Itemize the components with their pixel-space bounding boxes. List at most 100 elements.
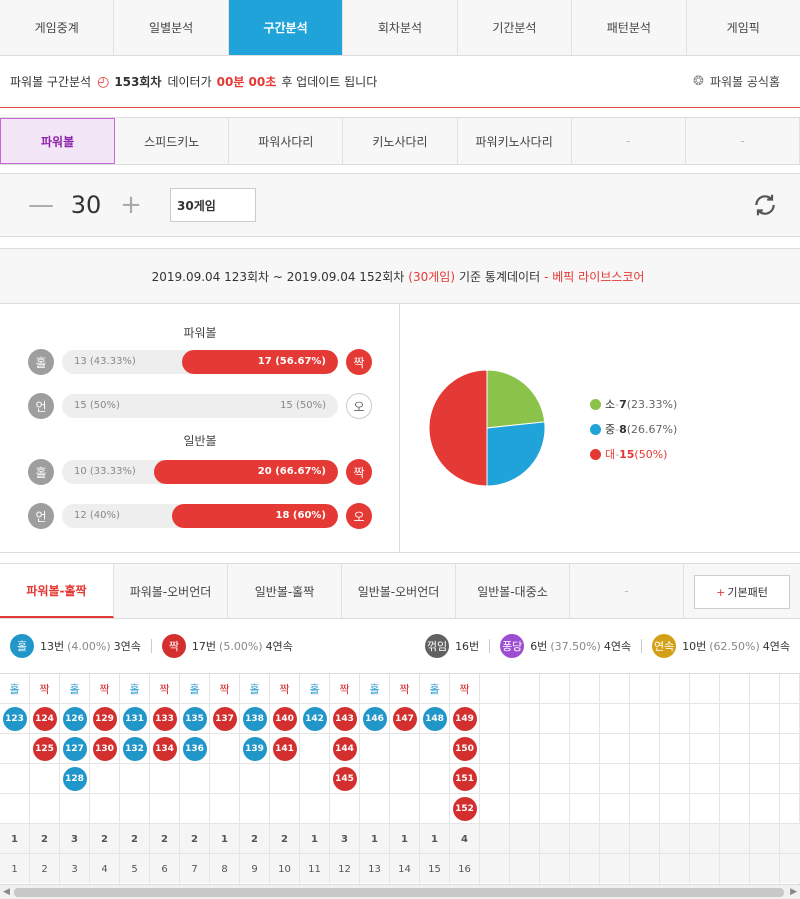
nav-tab-3[interactable]: 회차분석 [343, 0, 458, 55]
nav-tab-1[interactable]: 일별분석 [114, 0, 229, 55]
normalball-bar: 10 (33.33%) 20 (66.67%) [62, 460, 338, 484]
game-tab-5[interactable]: - [572, 118, 686, 164]
scroll-thumb[interactable] [14, 888, 784, 897]
pattern-tab-5[interactable]: - [570, 564, 684, 618]
normalball-row-0: 홀 10 (33.33%) 20 (66.67%) 짝 [28, 459, 372, 485]
pattern-cell: 142 [300, 704, 329, 734]
nav-tab-2[interactable]: 구간분석 [228, 0, 344, 55]
horizontal-scrollbar[interactable]: ◀ ▶ [0, 884, 800, 899]
column-count [570, 824, 600, 854]
pattern-cell: 123 [0, 704, 29, 734]
nav-tab-0[interactable]: 게임중계 [0, 0, 115, 55]
normalball-right-ball: 짝 [346, 459, 372, 485]
column-count [720, 824, 750, 854]
pattern-tab-2[interactable]: 일반볼-홀짝 [228, 564, 342, 618]
basic-pattern-button[interactable]: + 기본패턴 [694, 575, 790, 609]
pattern-cell [480, 794, 509, 824]
powerball-right-ball: 짝 [346, 349, 372, 375]
pattern-cell [390, 734, 419, 764]
pattern-cell: 139 [240, 734, 269, 764]
legend-dot-0 [590, 398, 601, 410]
game-tab-6[interactable]: - [686, 118, 800, 164]
round-ball: 129 [92, 706, 117, 731]
game-tab-0[interactable]: 파워볼 [0, 118, 116, 164]
pattern-cell [0, 734, 29, 764]
scroll-left-icon[interactable]: ◀ [3, 887, 10, 897]
column-index: 9 [240, 854, 270, 884]
pattern-cell [0, 764, 29, 794]
column-count: 2 [90, 824, 120, 854]
legend-label-0: 소 [605, 398, 616, 411]
nav-tab-5[interactable]: 패턴분석 [572, 0, 687, 55]
powerball-bar: 15 (50%) 15 (50%) [62, 394, 338, 418]
column-index: 11 [300, 854, 330, 884]
pattern-cell [300, 764, 329, 794]
odd-pct: (4.00%) [67, 639, 111, 653]
decrease-button[interactable]: — [26, 190, 56, 220]
column-index: 15 [420, 854, 450, 884]
pattern-col-header: 짝 [30, 674, 59, 704]
pattern-cell [270, 764, 299, 794]
pattern-col-header [780, 674, 799, 704]
column-count [600, 824, 630, 854]
round-ball: 139 [242, 736, 267, 761]
official-home-label: 파워볼 공식홈 [709, 75, 780, 89]
info-bar: 파워볼 구간분석 ◴ 153회차 데이터가 00분 00초 후 업데이트 됩니다… [0, 56, 800, 108]
game-tab-3[interactable]: 키노사다리 [343, 118, 458, 164]
column-index: 7 [180, 854, 210, 884]
game-tab-4[interactable]: 파워키노사다리 [458, 118, 572, 164]
pattern-cell [750, 734, 779, 764]
break-badge: 꺾임 [425, 634, 450, 658]
pattern-cell [690, 794, 719, 824]
odd-badge: 홀 [10, 634, 34, 658]
round-ball: 131 [122, 706, 147, 731]
pattern-cell [360, 794, 389, 824]
pattern-cell: 129 [90, 704, 119, 734]
refresh-icon[interactable] [752, 192, 778, 218]
column-count [690, 824, 720, 854]
pattern-cell [120, 764, 149, 794]
plus-icon: + [716, 585, 726, 599]
column-index-row: 1 2 3 4 5 6 7 8 9 10 11 12 13 14 15 16 [0, 853, 800, 884]
powerball-row-0: 홀 13 (43.33%) 17 (56.67%) 짝 [28, 349, 372, 375]
official-home-link[interactable]: ❂ 파워볼 공식홈 [693, 73, 780, 90]
column-index [720, 854, 750, 884]
pattern-cell [720, 704, 749, 734]
pattern-summary: 홀 13번 (4.00%) 3연속 짝 17번 (5.00%) 4연속 꺾임 1… [0, 620, 800, 672]
nav-tab-6[interactable]: 게임픽 [687, 0, 800, 55]
pattern-col-header [510, 674, 539, 704]
column-count: 2 [120, 824, 150, 854]
pong-badge: 퐁당 [500, 634, 525, 658]
pattern-cell [690, 704, 719, 734]
round-ball: 134 [152, 736, 177, 761]
pattern-cell: 150 [450, 734, 479, 764]
column-index: 13 [360, 854, 390, 884]
game-tab-2[interactable]: 파워사다리 [229, 118, 344, 164]
pattern-tab-0[interactable]: 파워볼-홀짝 [0, 564, 114, 618]
pattern-cell: 127 [60, 734, 89, 764]
powerball-right-ball: 오 [346, 393, 372, 419]
increase-button[interactable]: + [116, 190, 146, 220]
pattern-cell [30, 764, 59, 794]
game-tab-1[interactable]: 스피드키노 [115, 118, 230, 164]
nav-tab-4[interactable]: 기간분석 [458, 0, 573, 55]
game-count-select[interactable]: 30게임 [170, 188, 256, 222]
pattern-tab-1[interactable]: 파워볼-오버언더 [114, 564, 228, 618]
pattern-cell [510, 764, 539, 794]
info-round: 153회차 [114, 75, 162, 89]
pattern-tab-4[interactable]: 일반볼-대중소 [456, 564, 570, 618]
pattern-cell [780, 704, 799, 734]
column-index [600, 854, 630, 884]
size-stats: 소 - 7 (23.33%) 중 - 8 (26.67%) 대 - 15 (50%) [400, 304, 800, 552]
pattern-cell: 151 [450, 764, 479, 794]
column-index: 6 [150, 854, 180, 884]
pattern-cell [720, 764, 749, 794]
pattern-cell: 149 [450, 704, 479, 734]
normalball-right-ball: 오 [346, 503, 372, 529]
pattern-tab-3[interactable]: 일반볼-오버언더 [342, 564, 456, 618]
round-ball: 147 [392, 706, 417, 731]
scroll-right-icon[interactable]: ▶ [790, 887, 797, 897]
pattern-cell [240, 764, 269, 794]
pattern-col-header: 홀 [180, 674, 209, 704]
legend-count-2: 15 [619, 447, 635, 461]
